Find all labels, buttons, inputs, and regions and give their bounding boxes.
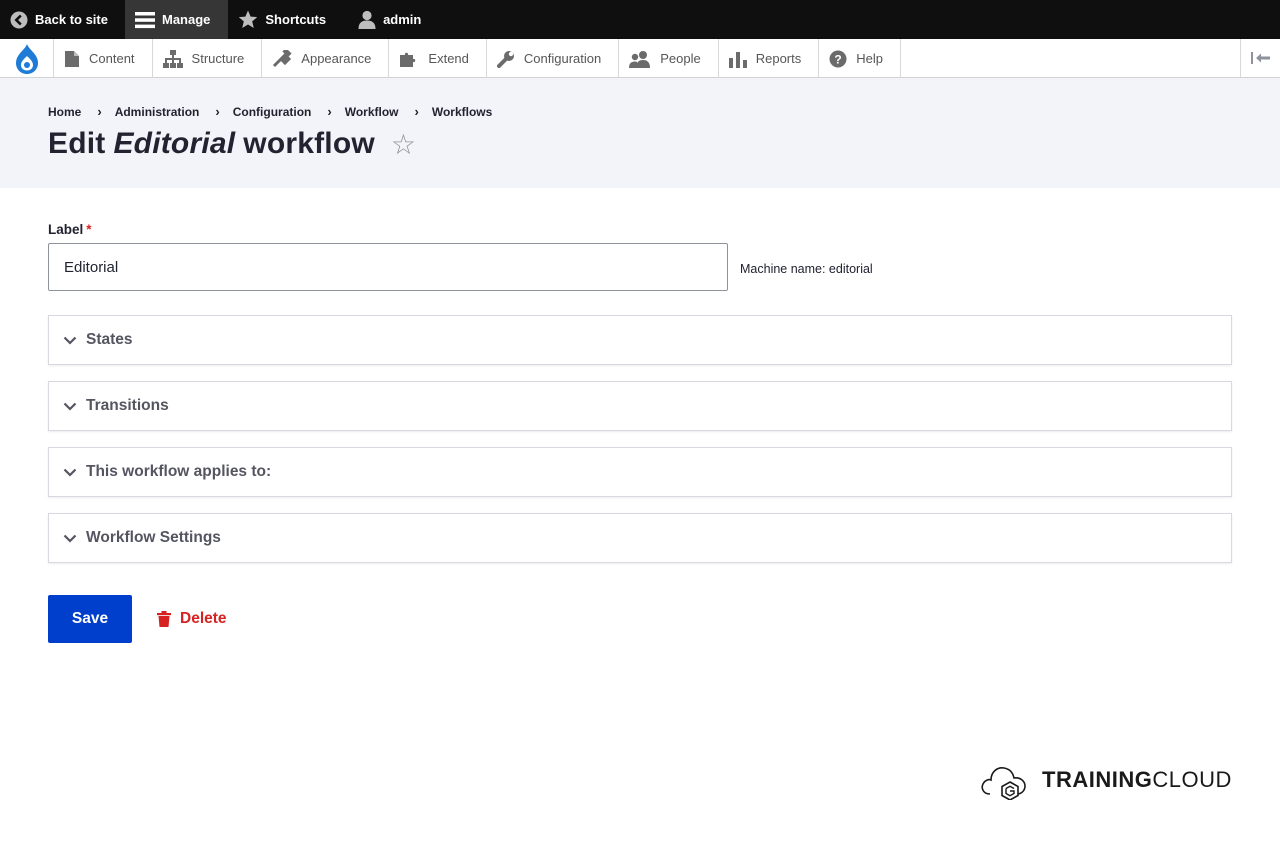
- details-workflow-settings-label: Workflow Settings: [86, 529, 221, 546]
- chevron-down-icon: [63, 402, 77, 411]
- page-header: Home › Administration › Configuration › …: [0, 78, 1280, 188]
- people-icon: [629, 50, 651, 68]
- tray-label-content: Content: [89, 51, 135, 66]
- menu-icon: [134, 11, 155, 28]
- delete-label: Delete: [180, 610, 227, 627]
- bar-chart-icon: [728, 51, 747, 68]
- details-workflow-settings[interactable]: Workflow Settings: [48, 513, 1232, 563]
- details-transitions-label: Transitions: [86, 397, 169, 414]
- drupal-drop-icon: [15, 43, 38, 74]
- title-workflow-name: Editorial: [113, 127, 236, 160]
- breadcrumb-configuration[interactable]: Configuration: [233, 105, 312, 119]
- collapse-left-icon: [1250, 52, 1270, 64]
- breadcrumb-home[interactable]: Home: [48, 105, 81, 119]
- tray-item-reports[interactable]: Reports: [719, 39, 820, 78]
- chevron-right-icon: ›: [327, 104, 332, 119]
- chevron-right-icon: ›: [215, 104, 220, 119]
- chevron-down-icon: [63, 534, 77, 543]
- tray-label-structure: Structure: [191, 51, 245, 66]
- tray-item-content[interactable]: Content: [54, 39, 153, 78]
- breadcrumb-workflows[interactable]: Workflows: [432, 105, 492, 119]
- breadcrumb-workflow[interactable]: Workflow: [345, 105, 399, 119]
- user-icon: [358, 10, 376, 29]
- admin-tray: Content Structure Appearance Extend Conf…: [0, 39, 1280, 78]
- document-icon: [65, 50, 79, 67]
- chevron-right-icon: ›: [97, 104, 102, 119]
- shortcuts-tab[interactable]: Shortcuts: [228, 0, 344, 39]
- chevron-down-icon: [63, 336, 77, 345]
- paint-roller-icon: [273, 49, 292, 67]
- drupal-logo[interactable]: [0, 39, 54, 78]
- title-suffix: workflow: [243, 127, 375, 160]
- user-label: admin: [383, 12, 422, 27]
- tray-label-reports: Reports: [755, 51, 802, 66]
- breadcrumb-administration[interactable]: Administration: [115, 105, 200, 119]
- title-prefix: Edit: [48, 127, 106, 160]
- trainingcloud-logo: TRAININGCLOUD: [980, 760, 1232, 800]
- brand-wordmark: TRAININGCLOUD: [1042, 767, 1232, 793]
- form-actions: Save Delete: [48, 595, 227, 643]
- star-icon: [239, 10, 258, 28]
- back-to-site-label: Back to site: [35, 12, 108, 27]
- details-states-label: States: [86, 331, 133, 348]
- machine-name: Machine name: editorial: [740, 262, 873, 276]
- tray-orientation-toggle[interactable]: [1241, 39, 1280, 77]
- user-tab[interactable]: admin: [344, 0, 439, 39]
- label-text: Label: [48, 222, 84, 237]
- label-field-label: Label *: [48, 222, 92, 237]
- tray-item-extend[interactable]: Extend: [389, 39, 487, 78]
- tray-label-extend: Extend: [428, 51, 469, 66]
- tray-item-configuration[interactable]: Configuration: [487, 39, 620, 78]
- tray-item-help[interactable]: ? Help: [819, 39, 901, 78]
- admin-toolbar: Back to site Manage Shortcuts admin: [0, 0, 1280, 39]
- help-icon: ?: [829, 50, 847, 67]
- back-arrow-icon: [10, 11, 28, 28]
- trash-icon: [157, 611, 171, 627]
- sitemap-icon: [162, 49, 183, 68]
- delete-link[interactable]: Delete: [157, 610, 227, 628]
- wrench-icon: [496, 50, 514, 68]
- tray-item-people[interactable]: People: [619, 39, 719, 78]
- tray-label-help: Help: [856, 51, 883, 66]
- save-button[interactable]: Save: [48, 595, 132, 643]
- page-title: Edit Editorial workflow ☆: [48, 127, 416, 161]
- brand-wordmark-bold: TRAINING: [1042, 767, 1153, 792]
- required-marker: *: [86, 222, 92, 237]
- tray-label-configuration: Configuration: [523, 51, 602, 66]
- manage-tab[interactable]: Manage: [124, 0, 229, 39]
- details-states[interactable]: States: [48, 315, 1232, 365]
- chevron-down-icon: [63, 468, 77, 477]
- back-to-site-link[interactable]: Back to site: [0, 0, 125, 39]
- puzzle-icon: [400, 52, 416, 67]
- tray-label-people: People: [660, 51, 701, 66]
- brand-wordmark-light: CLOUD: [1152, 767, 1232, 792]
- label-input[interactable]: [48, 243, 728, 291]
- svg-text:?: ?: [835, 52, 842, 66]
- details-applies-to-label: This workflow applies to:: [86, 463, 272, 480]
- shortcut-star-icon[interactable]: ☆: [391, 128, 416, 161]
- details-applies-to[interactable]: This workflow applies to:: [48, 447, 1232, 497]
- breadcrumb: Home › Administration › Configuration › …: [48, 104, 492, 119]
- details-transitions[interactable]: Transitions: [48, 381, 1232, 431]
- cloud-logo-icon: [981, 767, 1026, 800]
- tray-spacer: [901, 39, 1241, 77]
- chevron-right-icon: ›: [414, 104, 419, 119]
- tray-label-appearance: Appearance: [301, 51, 372, 66]
- shortcuts-label: Shortcuts: [265, 12, 327, 27]
- tray-item-appearance[interactable]: Appearance: [262, 39, 390, 78]
- manage-label: Manage: [161, 12, 211, 27]
- tray-item-structure[interactable]: Structure: [153, 39, 263, 78]
